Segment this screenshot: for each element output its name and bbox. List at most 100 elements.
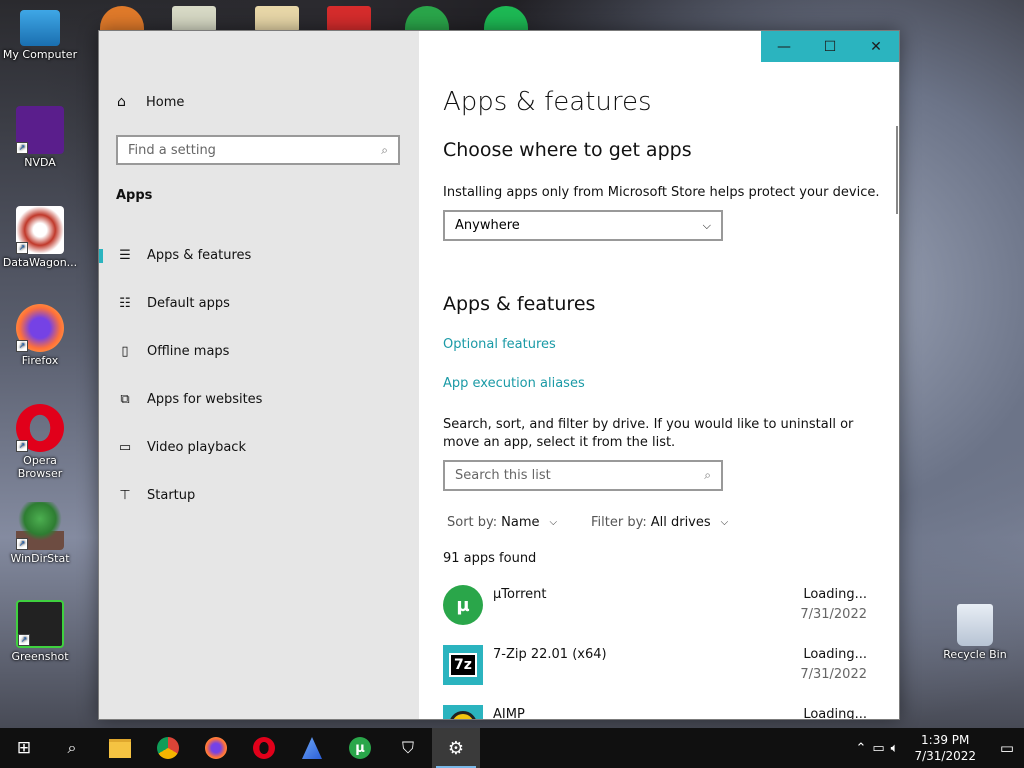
taskbar: ⊞ ⌕ µ ⛉ ⚙ ⌃▭🔈︎ 1:39 PM 7/31/2022 ▭ <box>0 728 1024 768</box>
notification-icon[interactable]: ▭ <box>990 739 1024 757</box>
sort-label: Sort by: <box>447 515 498 530</box>
sidebar-item-label: Apps for websites <box>147 391 263 407</box>
filter-by-dropdown[interactable]: Filter by: All drives ⌵ <box>591 515 728 530</box>
close-button[interactable]: ✕ <box>853 31 899 62</box>
folder-icon <box>109 738 131 758</box>
sidebar-item-apps-features[interactable]: ☰ Apps & features <box>99 240 419 270</box>
network-icon[interactable]: ▭ <box>872 741 890 756</box>
sidebar-item-apps-websites[interactable]: ⧉ Apps for websites <box>99 384 419 414</box>
taskbar-firefox[interactable] <box>192 728 240 768</box>
taskbar-settings[interactable]: ⚙ <box>432 728 480 768</box>
maximize-button[interactable]: ☐ <box>807 31 853 62</box>
scrollbar[interactable] <box>896 126 898 214</box>
system-tray: ⌃▭🔈︎ 1:39 PM 7/31/2022 ▭ <box>855 728 1024 768</box>
chevron-down-icon: ⌵ <box>702 218 711 232</box>
7zip-icon: 7z <box>443 645 483 685</box>
filter-label: Filter by: <box>591 515 647 530</box>
firefox-icon <box>205 737 227 759</box>
computer-icon <box>20 10 60 46</box>
sidebar-item-label: Offline maps <box>147 343 230 359</box>
taskbar-security[interactable]: ⛉ <box>384 728 432 768</box>
sort-value: Name <box>501 515 540 530</box>
desktop-icon-label: Firefox <box>21 354 59 367</box>
desktop-top-icon-6[interactable] <box>484 6 528 32</box>
shield-icon: ⛉ <box>401 738 414 757</box>
optional-features-link[interactable]: Optional features <box>443 337 556 352</box>
clock[interactable]: 1:39 PM 7/31/2022 <box>914 732 976 764</box>
default-apps-icon: ☷ <box>119 295 131 311</box>
app-source-dropdown[interactable]: Anywhere ⌵ <box>443 210 723 241</box>
sidebar-item-label: Apps & features <box>147 247 252 263</box>
video-icon: ▭ <box>118 439 132 455</box>
nvda-icon: ↗ <box>16 106 64 154</box>
page-title: Apps & features <box>443 87 652 117</box>
desktop-icon-firefox[interactable]: ↗ Firefox <box>0 304 80 367</box>
sidebar-item-startup[interactable]: ⊤ Startup <box>99 480 419 510</box>
taskbar-opera[interactable] <box>240 728 288 768</box>
choose-heading: Choose where to get apps <box>443 139 692 161</box>
desktop-icon-recycle-bin[interactable]: Recycle Bin <box>935 604 1015 661</box>
sort-by-dropdown[interactable]: Sort by: Name ⌵ <box>447 515 557 530</box>
map-icon: ▯ <box>121 343 129 359</box>
gear-icon: ⚙ <box>447 737 465 759</box>
start-button[interactable]: ⊞ <box>0 728 48 768</box>
clock-time: 1:39 PM <box>921 733 970 747</box>
desktop-icon-opera[interactable]: ↗ Opera Browser <box>0 404 80 480</box>
app-size: Loading... <box>803 587 867 602</box>
volume-icon[interactable]: 🔈︎ <box>891 741 905 756</box>
find-setting-input[interactable]: Find a setting ⌕ <box>116 135 400 165</box>
chevron-up-icon[interactable]: ⌃ <box>855 741 872 756</box>
desktop-icon-label: WinDirStat <box>10 552 70 565</box>
sidebar-item-video-playback[interactable]: ▭ Video playback <box>99 432 419 462</box>
startup-icon: ⊤ <box>119 487 131 503</box>
desktop-top-icon-1[interactable] <box>100 6 144 32</box>
desktop-top-icon-5[interactable] <box>405 6 449 32</box>
apps-heading: Apps & features <box>443 293 596 315</box>
sidebar-item-offline-maps[interactable]: ▯ Offline maps <box>99 336 419 366</box>
desktop-top-icon-2[interactable] <box>172 6 216 32</box>
window-controls: — ☐ ✕ <box>761 31 899 62</box>
sidebar-item-default-apps[interactable]: ☷ Default apps <box>99 288 419 318</box>
app-list-item[interactable]: 7z 7-Zip 22.01 (x64) Loading... 7/31/202… <box>443 645 867 695</box>
desktop-icon-windirstat[interactable]: ↗ WinDirStat <box>0 502 80 565</box>
desktop-icon-label: My Computer <box>2 48 78 61</box>
taskbar-file-explorer[interactable] <box>96 728 144 768</box>
search-icon: ⌕ <box>67 738 77 757</box>
desktop-icon-nvda[interactable]: ↗ NVDA <box>0 106 80 169</box>
nav-home[interactable]: ⌂ Home <box>117 94 184 110</box>
desktop-top-icon-3[interactable] <box>255 6 299 32</box>
apps-count: 91 apps found <box>443 551 537 566</box>
desktop-icon-greenshot[interactable]: ↗ Greenshot <box>0 600 80 663</box>
app-list-item[interactable]: AIMP Loading... <box>443 705 867 720</box>
settings-content: — ☐ ✕ Apps & features Choose where to ge… <box>419 31 899 719</box>
app-name: µTorrent <box>493 587 547 602</box>
desktop-icon-label: DataWagon... <box>2 256 78 269</box>
desktop-icon-label: Greenshot <box>11 650 69 663</box>
list-icon: ☰ <box>119 247 131 263</box>
utorrent-icon: µ <box>443 585 483 625</box>
search-button[interactable]: ⌕ <box>48 728 96 768</box>
clock-date: 7/31/2022 <box>914 749 976 763</box>
minimize-button[interactable]: — <box>761 31 807 62</box>
home-icon: ⌂ <box>117 94 126 110</box>
taskbar-utorrent[interactable]: µ <box>336 728 384 768</box>
desktop-icon-my-computer[interactable]: My Computer <box>0 10 80 61</box>
windows-icon: ⊞ <box>16 738 32 758</box>
desktop-top-icon-4[interactable] <box>327 6 371 32</box>
search-icon: ⌕ <box>704 468 711 482</box>
utorrent-icon: µ <box>349 737 371 759</box>
app-list-item[interactable]: µ µTorrent Loading... 7/31/2022 <box>443 585 867 635</box>
taskbar-app-blue[interactable] <box>288 728 336 768</box>
search-description: Search, sort, and filter by drive. If yo… <box>443 417 854 450</box>
app-date: 7/31/2022 <box>800 607 867 622</box>
choose-description: Installing apps only from Microsoft Stor… <box>443 185 880 200</box>
app-execution-aliases-link[interactable]: App execution aliases <box>443 376 585 391</box>
search-icon: ⌕ <box>381 142 388 157</box>
settings-window: ⌂ Home Find a setting ⌕ Apps ☰ Apps & fe… <box>98 30 900 720</box>
app-name: AIMP <box>493 707 525 720</box>
taskbar-chrome[interactable] <box>144 728 192 768</box>
nav-home-label: Home <box>146 94 185 110</box>
search-list-input[interactable]: Search this list ⌕ <box>443 460 723 491</box>
app-icon <box>302 737 322 759</box>
desktop-icon-datawagon[interactable]: ↗ DataWagon... <box>0 206 80 269</box>
